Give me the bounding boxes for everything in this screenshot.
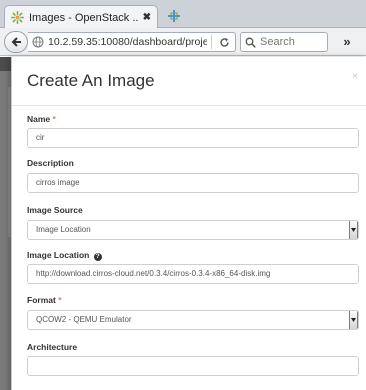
tab-title: Images - OpenStack ...	[29, 11, 139, 24]
format-label: Format *	[27, 295, 62, 305]
modal-title: Create An Image	[27, 71, 155, 90]
description-label: Description	[27, 158, 74, 168]
address-bar[interactable]: 10.2.59.35:10080/dashboard/project	[28, 32, 236, 52]
image-source-value: Image Location	[36, 225, 91, 234]
search-icon	[245, 37, 256, 48]
image-source-select[interactable]: Image Location	[27, 220, 359, 240]
format-label-text: Format	[27, 295, 56, 305]
format-dropdown-button[interactable]	[349, 311, 358, 329]
image-location-label: Image Location ?	[27, 250, 102, 261]
architecture-input[interactable]	[27, 356, 359, 376]
name-label-text: Name	[27, 114, 51, 124]
description-input[interactable]: cirros image	[27, 173, 359, 193]
architecture-label: Architecture	[27, 342, 78, 352]
image-source-dropdown-button[interactable]	[349, 221, 358, 239]
reload-button[interactable]	[216, 34, 232, 50]
search-placeholder: Search	[260, 36, 295, 48]
browser-window: Images - OpenStack ... ✖ 10.2.59.35:1008…	[0, 0, 366, 390]
search-bar[interactable]: Search	[240, 32, 328, 52]
image-source-label: Image Source	[27, 205, 83, 215]
back-arrow-icon	[11, 37, 21, 47]
back-button[interactable]	[4, 31, 28, 53]
modal-divider	[12, 105, 366, 106]
create-image-modal: Create An Image × Name * cir Description…	[11, 57, 366, 390]
new-tab-icon[interactable]	[166, 8, 182, 24]
close-icon[interactable]: ×	[352, 71, 358, 82]
tab-close-icon[interactable]: ✖	[143, 12, 151, 23]
chevron-down-icon	[351, 318, 356, 322]
url-separator	[211, 35, 212, 49]
name-label: Name *	[27, 114, 56, 124]
required-mark: *	[58, 295, 62, 305]
help-icon[interactable]: ?	[93, 253, 102, 261]
overflow-menu-button[interactable]: »	[336, 33, 358, 51]
browser-tab[interactable]: Images - OpenStack ... ✖	[4, 5, 158, 29]
tab-strip: Images - OpenStack ... ✖	[0, 0, 366, 29]
format-value: QCOW2 - QEMU Emulator	[36, 315, 132, 324]
image-location-input[interactable]: http://download.cirros-cloud.net/0.3.4/c…	[27, 264, 359, 284]
url-text: 10.2.59.35:10080/dashboard/project	[48, 36, 207, 48]
openstack-favicon-icon	[11, 11, 24, 24]
format-select[interactable]: QCOW2 - QEMU Emulator	[27, 310, 359, 330]
required-mark: *	[52, 114, 56, 124]
chevron-down-icon	[351, 228, 356, 232]
image-location-label-text: Image Location	[27, 250, 90, 260]
name-input[interactable]: cir	[27, 128, 359, 148]
navigation-bar: 10.2.59.35:10080/dashboard/project Searc…	[0, 28, 366, 56]
globe-icon	[32, 36, 44, 48]
reload-icon	[219, 37, 229, 47]
